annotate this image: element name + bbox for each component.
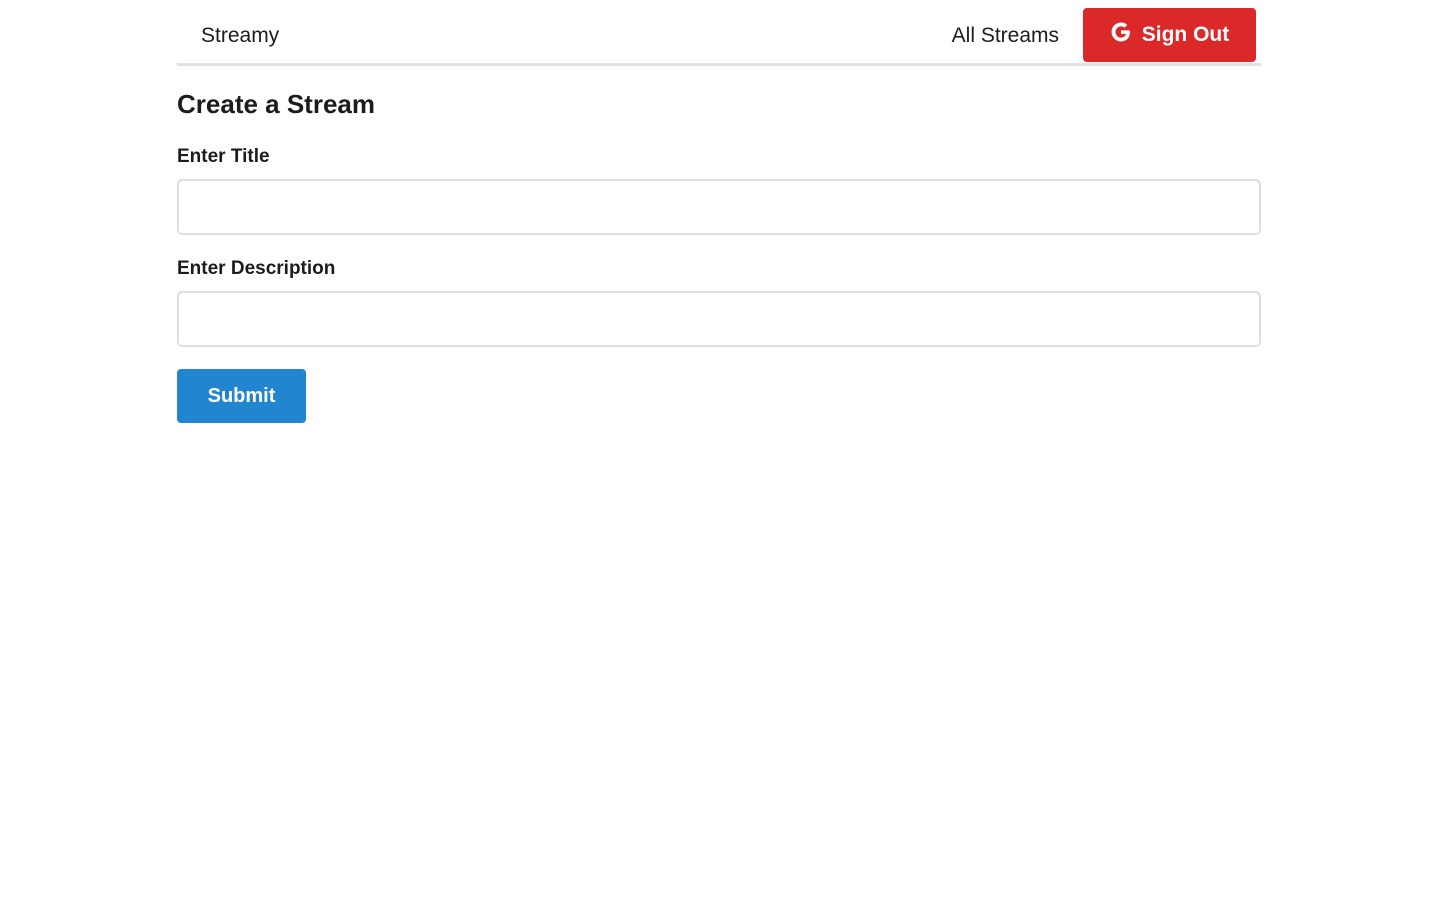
title-field-label: Enter Title (177, 146, 270, 167)
sign-out-button[interactable]: Sign Out (1083, 8, 1256, 62)
sign-out-label: Sign Out (1141, 23, 1230, 46)
title-input[interactable] (177, 179, 1261, 235)
all-streams-link[interactable]: All Streams (952, 24, 1059, 48)
submit-button[interactable]: Submit (177, 369, 306, 423)
page-container: Streamy All Streams Sign Out Create a St… (177, 0, 1261, 423)
top-menu: Streamy All Streams Sign Out (177, 0, 1261, 66)
description-input[interactable] (177, 291, 1261, 347)
page-title: Create a Stream (177, 89, 375, 119)
brand-link[interactable]: Streamy (201, 24, 279, 48)
google-icon (1110, 21, 1132, 49)
description-field-label: Enter Description (177, 258, 336, 279)
